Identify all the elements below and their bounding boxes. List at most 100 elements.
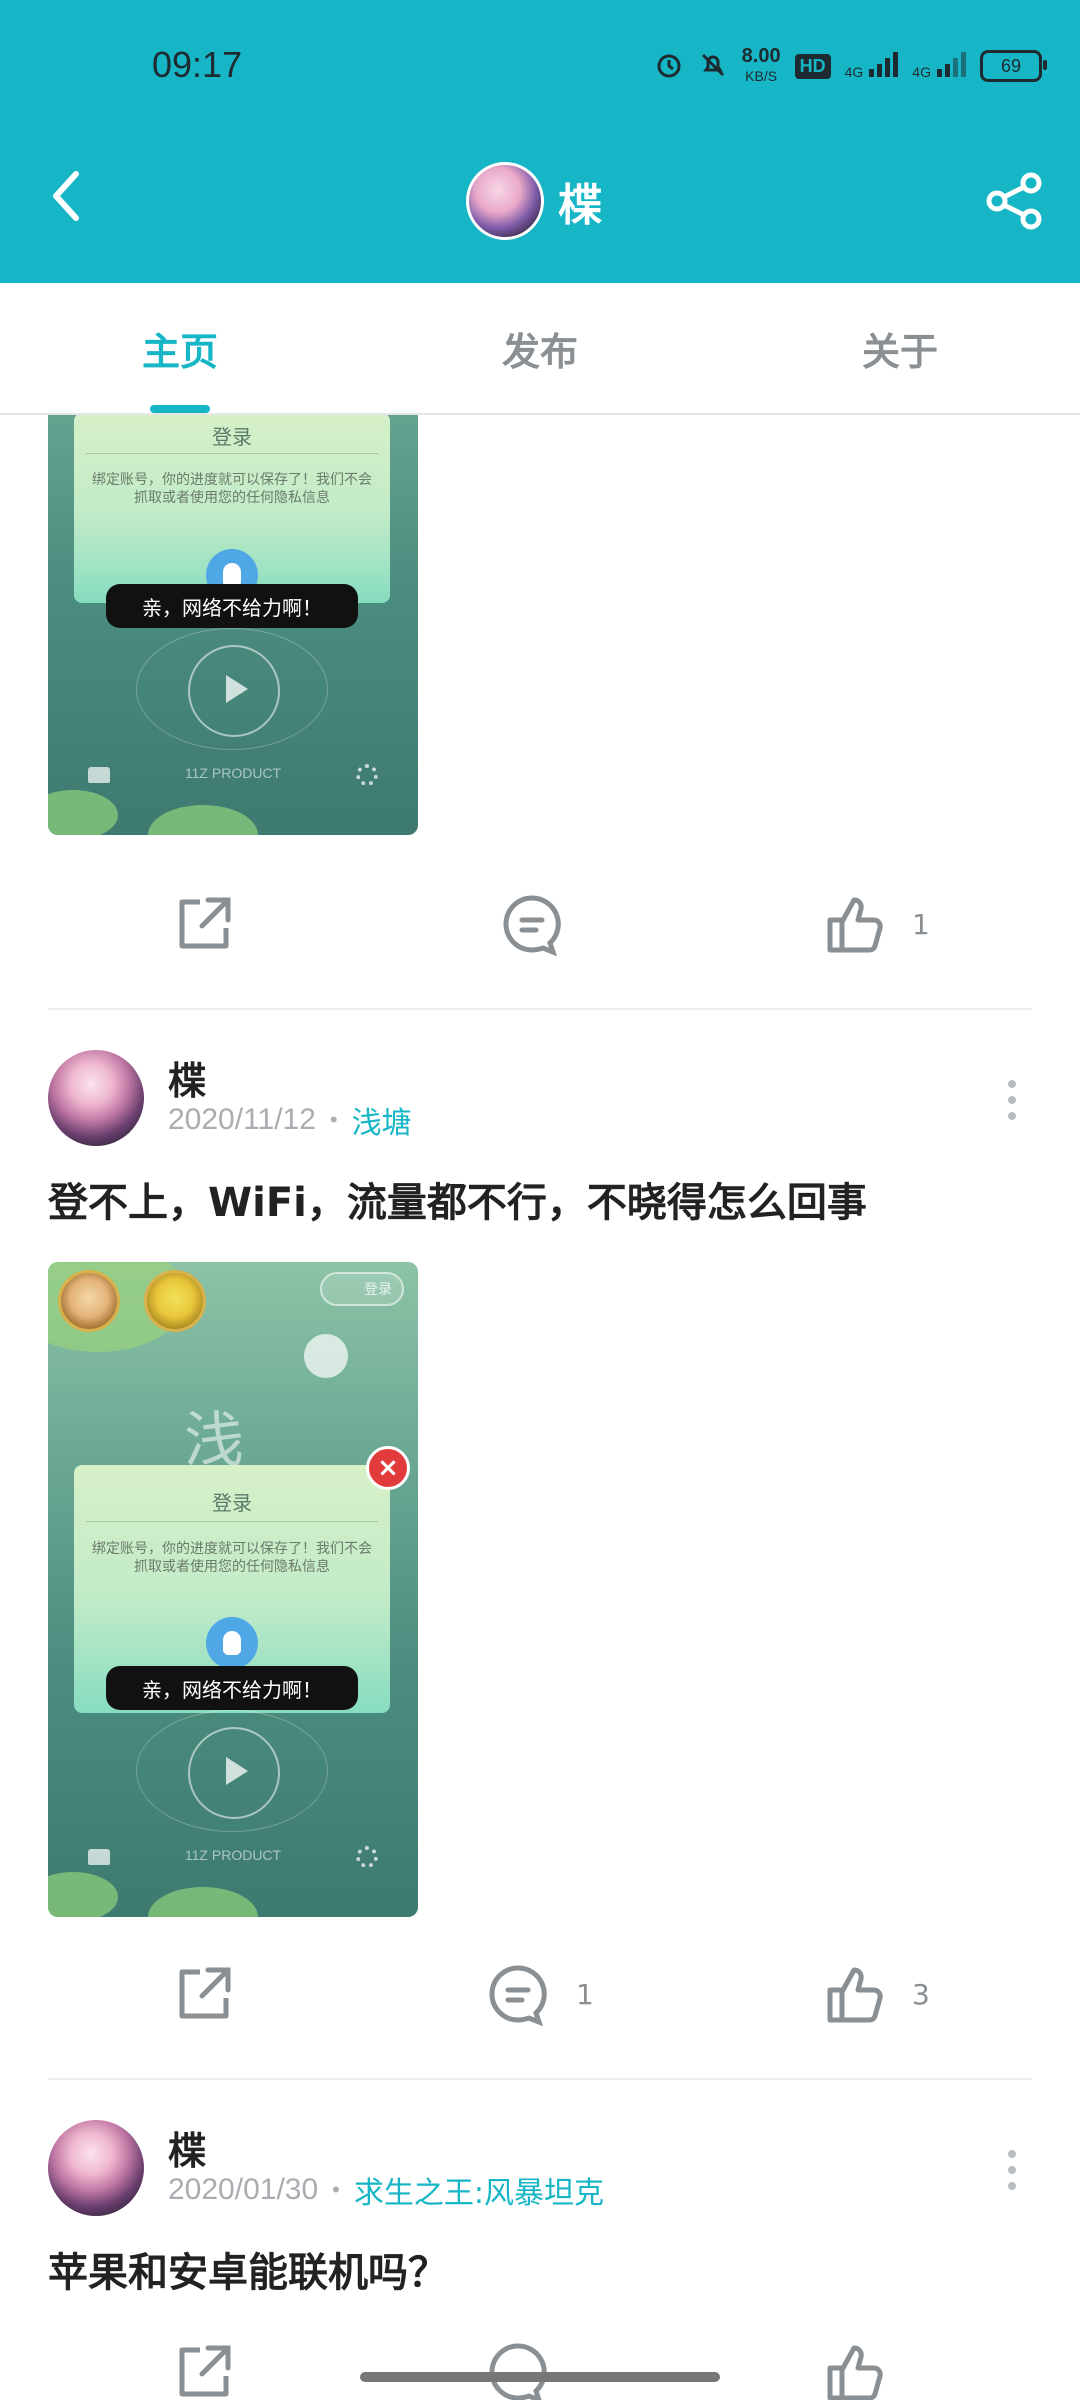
battery-indicator: 69 xyxy=(980,50,1047,82)
speed-unit: KB/S xyxy=(745,68,778,84)
dialog-divider xyxy=(86,1521,378,1522)
back-button[interactable] xyxy=(38,168,94,224)
network-type-1: 4G xyxy=(844,64,864,80)
meta-separator: • xyxy=(332,2177,340,2202)
lily-pad xyxy=(48,1872,118,1917)
signal-2-icon: 4G xyxy=(912,51,966,81)
more-vertical-icon[interactable] xyxy=(1002,2150,1022,2190)
dialog-divider xyxy=(86,453,378,454)
share-action[interactable] xyxy=(172,2340,236,2400)
alarm-icon xyxy=(654,50,684,83)
comment-action[interactable]: 1 xyxy=(486,1962,594,2026)
comment-action[interactable] xyxy=(486,2340,550,2400)
tab-publish-label: 发布 xyxy=(501,329,578,374)
share-button[interactable] xyxy=(980,166,1050,236)
status-time: 09:17 xyxy=(152,44,243,85)
page-title: 楪 xyxy=(558,180,602,231)
author-avatar[interactable] xyxy=(48,1050,144,1146)
like-action[interactable]: 1 xyxy=(822,892,930,956)
feed[interactable]: 登录 绑定账号，你的进度就可以保存了！我们不会抓取或者使用您的任何隐私信息 亲，… xyxy=(0,415,1080,2400)
tab-home[interactable]: 主页 xyxy=(0,283,360,413)
post-2-screenshot[interactable]: 登录 浅 登录 绑定账号，你的进度就可以保存了！我们不会抓取或者使用您的任何隐私… xyxy=(48,1262,418,1917)
author-name[interactable]: 楪 xyxy=(168,1050,206,1105)
dialog-text: 绑定账号，你的进度就可以保存了！我们不会抓取或者使用您的任何隐私信息 xyxy=(92,1541,372,1575)
author-avatar[interactable] xyxy=(48,2120,144,2216)
tab-publish[interactable]: 发布 xyxy=(360,283,720,413)
tab-home-label: 主页 xyxy=(141,329,218,374)
status-bar-icons: 8.00 KB/S HD 4G 4G 69 xyxy=(654,46,1047,86)
meta-separator: • xyxy=(329,1107,338,1132)
play-icon xyxy=(188,1727,280,1819)
thumbs-up-icon xyxy=(827,2345,883,2400)
header-title-group: 楪 xyxy=(466,162,602,240)
post-meta: 2020/01/30 • 求生之王:风暴坦克 xyxy=(168,2168,604,2212)
active-tab-indicator xyxy=(150,405,210,413)
thumbs-up-icon xyxy=(827,1967,883,2023)
network-toast: 亲，网络不给力啊！ xyxy=(106,584,358,628)
tab-bar: 主页 发布 关于 xyxy=(0,283,1080,415)
post-divider xyxy=(48,1008,1032,1010)
comment-icon xyxy=(489,2343,547,2400)
gear-icon xyxy=(356,764,378,786)
comment-count: 1 xyxy=(576,1977,594,2011)
gear-icon xyxy=(356,1846,378,1868)
post-2-actions: 1 3 xyxy=(0,1940,1080,2050)
comment-action[interactable] xyxy=(500,892,590,956)
post-3-header: 楪 2020/01/30 • 求生之王:风暴坦克 xyxy=(48,2120,1032,2220)
character-avatar-1 xyxy=(58,1270,120,1332)
post-3-actions xyxy=(0,2340,1080,2400)
login-dialog: 登录 绑定账号，你的进度就可以保存了！我们不会抓取或者使用您的任何隐私信息 xyxy=(74,415,390,603)
tab-about-label: 关于 xyxy=(861,329,938,374)
post-text: 苹果和安卓能联机吗？ xyxy=(48,2250,448,2296)
header-avatar[interactable] xyxy=(466,162,544,240)
more-vertical-icon[interactable] xyxy=(1002,1080,1022,1120)
home-indicator[interactable] xyxy=(360,2372,720,2382)
lily-pad xyxy=(148,1887,258,1917)
speed-value: 8.00 xyxy=(741,45,781,67)
external-share-icon xyxy=(179,897,231,949)
author-name[interactable]: 楪 xyxy=(168,2120,206,2175)
share-icon xyxy=(986,172,1042,230)
login-pill: 登录 xyxy=(320,1272,404,1306)
post-2-header: 楪 2020/11/12 • 浅塘 xyxy=(48,1050,1032,1150)
network-toast: 亲，网络不给力啊！ xyxy=(106,1666,358,1710)
qq-login-icon xyxy=(206,1617,258,1669)
game-tag[interactable]: 浅塘 xyxy=(352,1098,412,1142)
play-icon xyxy=(188,645,280,737)
mute-bell-icon xyxy=(698,50,728,83)
thumbs-up-icon xyxy=(827,897,883,953)
like-action[interactable] xyxy=(822,2340,886,2400)
dialog-title: 登录 xyxy=(212,425,252,449)
hd-badge: HD xyxy=(794,53,831,79)
post-1-actions: 1 xyxy=(0,870,1080,980)
share-action[interactable] xyxy=(172,1962,236,2026)
comment-icon xyxy=(503,895,561,956)
like-count: 3 xyxy=(912,1977,930,2011)
share-action[interactable] xyxy=(172,892,236,956)
post-text: 登不上，WiFi，流量都不行，不晓得怎么回事 xyxy=(48,1180,867,1226)
post-1-screenshot[interactable]: 登录 绑定账号，你的进度就可以保存了！我们不会抓取或者使用您的任何隐私信息 亲，… xyxy=(48,415,418,835)
network-speed: 8.00 KB/S xyxy=(742,46,781,86)
lily-pad xyxy=(148,805,258,835)
signal-1-icon: 4G xyxy=(845,51,899,81)
lily-pad xyxy=(48,790,118,835)
external-share-icon xyxy=(179,1967,231,2019)
post-date: 2020/11/12 xyxy=(168,1103,316,1136)
tab-about[interactable]: 关于 xyxy=(720,283,1080,413)
character-avatar-2 xyxy=(144,1270,206,1332)
moon-decor xyxy=(304,1334,348,1378)
post-divider xyxy=(48,2078,1032,2080)
post-date: 2020/01/30 xyxy=(168,2173,319,2206)
dialog-text: 绑定账号，你的进度就可以保存了！我们不会抓取或者使用您的任何隐私信息 xyxy=(92,472,372,506)
like-count: 1 xyxy=(912,907,930,941)
dialog-title: 登录 xyxy=(212,1491,252,1515)
network-type-2: 4G xyxy=(912,64,931,80)
game-tag[interactable]: 求生之王:风暴坦克 xyxy=(354,2168,604,2212)
close-icon: × xyxy=(366,1446,410,1490)
back-arrow-icon xyxy=(53,171,79,221)
app-header: 09:17 8.00 KB/S HD 4G 4G 69 楪 xyxy=(0,0,1080,283)
post-meta: 2020/11/12 • 浅塘 xyxy=(168,1098,412,1142)
like-action[interactable]: 3 xyxy=(822,1962,930,2026)
comment-icon xyxy=(489,1965,547,2026)
external-share-icon xyxy=(179,2345,231,2397)
